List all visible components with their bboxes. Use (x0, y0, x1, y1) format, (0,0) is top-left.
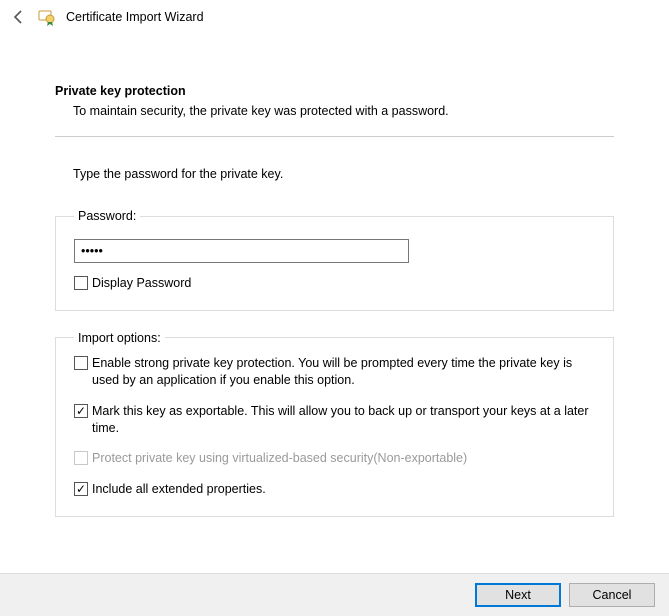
password-group: Password: Display Password (55, 209, 614, 311)
display-password-checkbox[interactable] (74, 276, 88, 290)
password-legend: Password: (74, 209, 140, 223)
display-password-label: Display Password (92, 275, 191, 292)
strong-protection-checkbox[interactable] (74, 356, 88, 370)
import-options-legend: Import options: (74, 331, 165, 345)
strong-protection-label: Enable strong private key protection. Yo… (92, 355, 595, 389)
extended-properties-checkbox[interactable] (74, 482, 88, 496)
extended-properties-label: Include all extended properties. (92, 481, 266, 498)
certificate-icon (38, 8, 56, 26)
wizard-content: Private key protection To maintain secur… (0, 34, 669, 517)
cancel-button[interactable]: Cancel (569, 583, 655, 607)
section-description: To maintain security, the private key wa… (73, 104, 614, 118)
virtualized-security-checkbox (74, 451, 88, 465)
section-heading: Private key protection (55, 84, 614, 98)
virtualized-security-label: Protect private key using virtualized-ba… (92, 450, 467, 467)
separator (55, 136, 614, 137)
instruction-text: Type the password for the private key. (73, 167, 614, 181)
exportable-checkbox[interactable] (74, 404, 88, 418)
exportable-label: Mark this key as exportable. This will a… (92, 403, 595, 437)
window-title: Certificate Import Wizard (66, 10, 204, 24)
back-arrow-icon[interactable] (10, 8, 28, 26)
password-input[interactable] (74, 239, 409, 263)
footer: Next Cancel (0, 573, 669, 616)
import-options-group: Import options: Enable strong private ke… (55, 331, 614, 517)
next-button[interactable]: Next (475, 583, 561, 607)
titlebar: Certificate Import Wizard (0, 0, 669, 34)
